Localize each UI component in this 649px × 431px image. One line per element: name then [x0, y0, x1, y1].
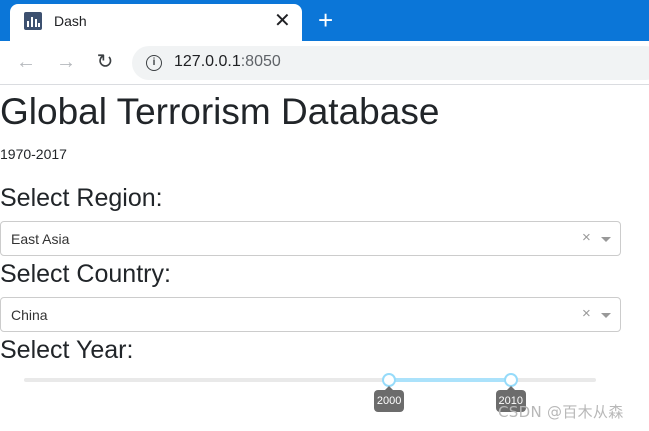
year-range-slider[interactable]: 2000 2010 [24, 372, 596, 412]
url-text[interactable]: 127.0.0.1:8050 [174, 53, 281, 71]
address-bar[interactable]: i 127.0.0.1:8050 [132, 46, 649, 80]
slider-selected-track [389, 378, 511, 382]
back-icon[interactable]: ← [14, 50, 38, 74]
select-country-label: Select Country: [0, 260, 171, 288]
new-tab-button[interactable]: + [318, 6, 333, 34]
region-chevron-down-icon[interactable] [601, 237, 611, 242]
browser-tab-bar: Dash ✕ + [0, 0, 649, 41]
browser-toolbar: ← → ↻ i 127.0.0.1:8050 [0, 41, 649, 85]
region-dropdown[interactable]: East Asia × [0, 221, 621, 256]
tab-title: Dash [54, 13, 87, 29]
reload-icon[interactable]: ↻ [93, 50, 117, 74]
csdn-watermark: CSDN @百木从森 [498, 403, 624, 421]
region-selected-value: East Asia [11, 231, 70, 247]
slider-end-handle[interactable] [503, 373, 518, 387]
country-dropdown[interactable]: China × [0, 297, 621, 332]
select-year-label: Select Year: [0, 336, 134, 364]
forward-icon[interactable]: → [54, 50, 78, 74]
url-host: 127.0.0.1 [174, 53, 241, 70]
page-subtitle: 1970-2017 [0, 146, 67, 162]
page-title: Global Terrorism Database [0, 91, 440, 132]
slider-start-handle[interactable] [382, 373, 397, 387]
close-tab-icon[interactable]: ✕ [274, 7, 291, 35]
country-selected-value: China [11, 307, 48, 323]
slider-start-tooltip: 2000 [374, 386, 405, 412]
country-clear-icon[interactable]: × [582, 305, 591, 323]
select-region-label: Select Region: [0, 184, 163, 212]
dash-favicon-icon [24, 12, 42, 30]
site-info-icon[interactable]: i [146, 55, 162, 71]
region-clear-icon[interactable]: × [582, 229, 591, 247]
country-chevron-down-icon[interactable] [601, 313, 611, 318]
browser-tab[interactable]: Dash ✕ [10, 4, 302, 41]
url-port: :8050 [240, 53, 281, 70]
